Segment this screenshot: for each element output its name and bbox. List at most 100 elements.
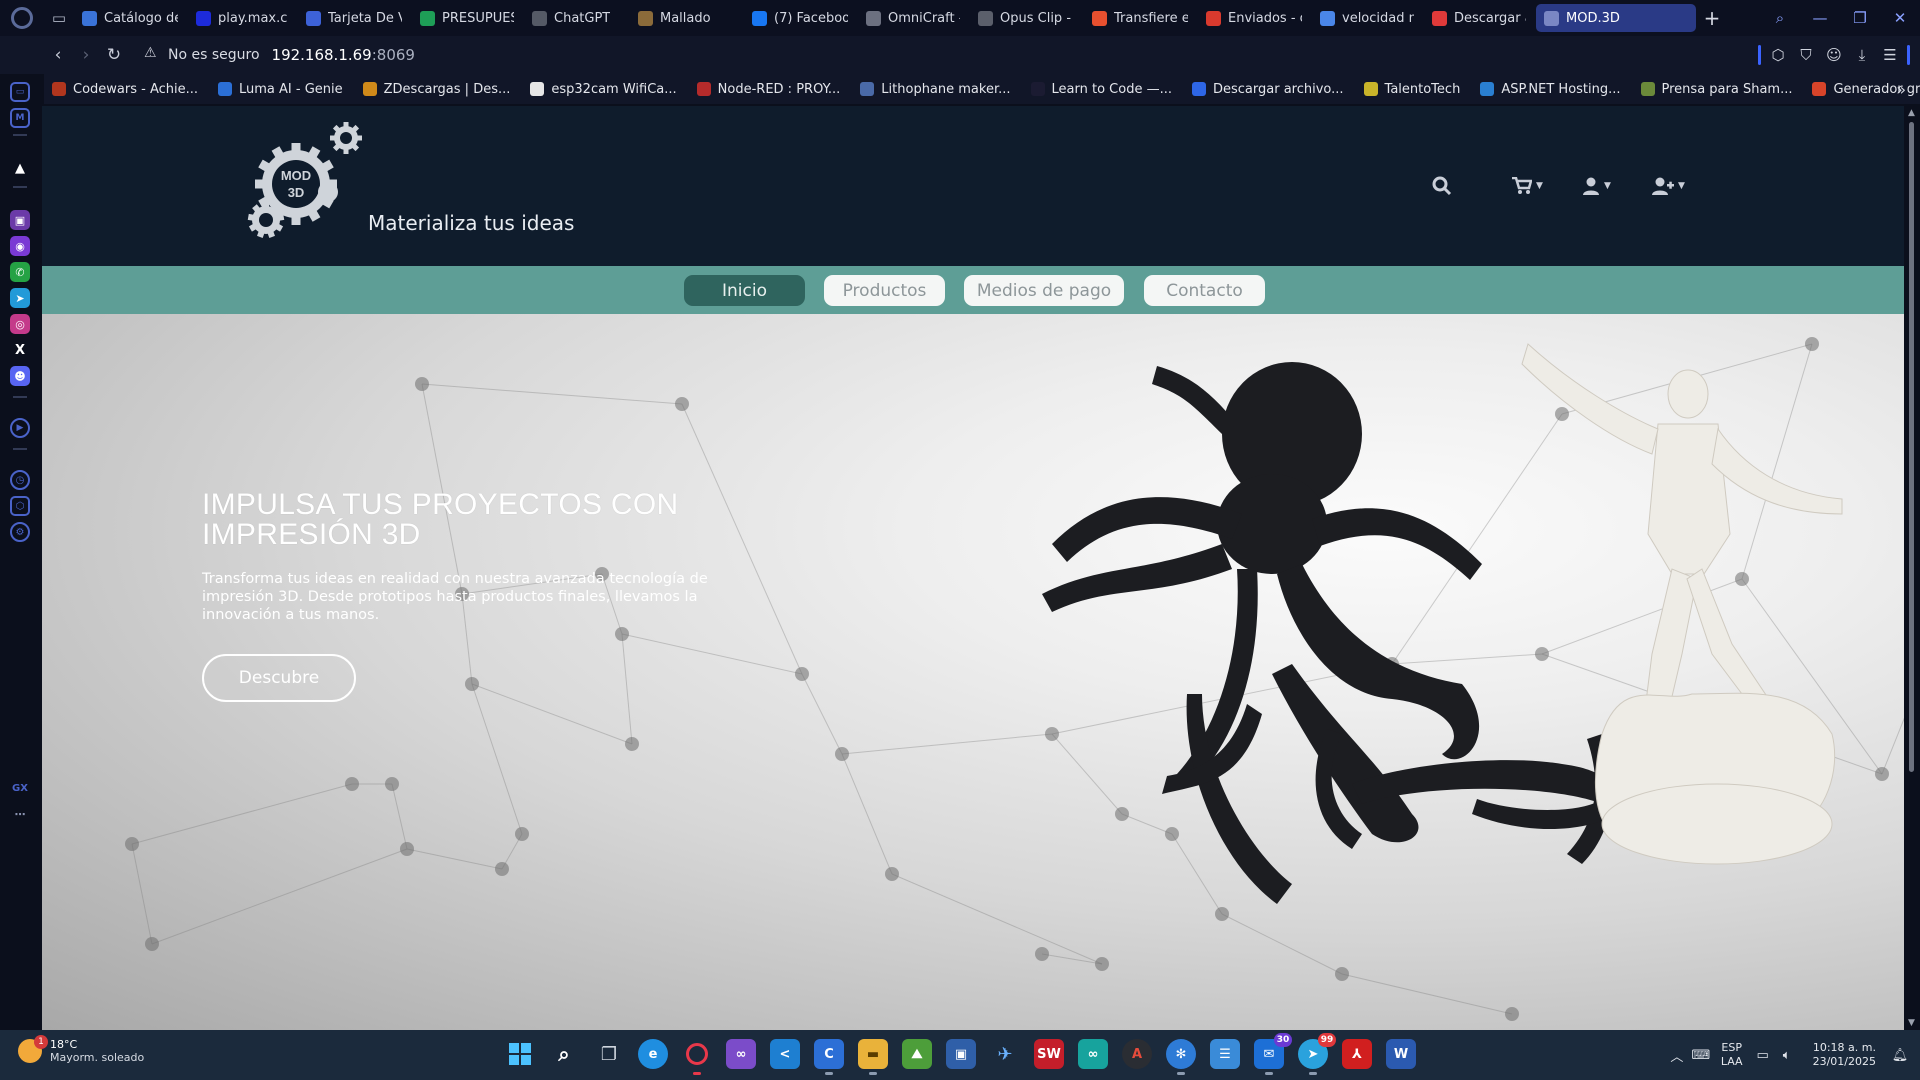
discord-icon[interactable]: ☻ <box>10 366 30 386</box>
site-search-icon[interactable] <box>1432 174 1452 198</box>
telegram-taskbar-icon[interactable]: ➤ 99 <box>1298 1033 1336 1075</box>
browser-tab[interactable]: Mallado <box>630 4 742 32</box>
maps-app-icon[interactable]: ⛰ <box>902 1039 932 1069</box>
close-window-button[interactable]: ✕ <box>1880 9 1920 27</box>
start-button[interactable] <box>505 1039 535 1069</box>
bird-app-icon[interactable]: ✈ <box>990 1039 1020 1069</box>
telegram-icon[interactable]: ➤ <box>10 288 30 308</box>
player-icon[interactable]: ▶ <box>10 418 30 438</box>
keyboard-icon[interactable]: ⌨ <box>1689 1048 1713 1063</box>
show-hidden-icons-chevron[interactable]: ︿ <box>1665 1046 1689 1065</box>
minimize-button[interactable]: — <box>1800 9 1840 27</box>
back-button[interactable]: ‹ <box>44 45 72 65</box>
tab-islands-icon[interactable]: ▭ <box>44 0 74 36</box>
nav-productos[interactable]: Productos <box>824 275 945 306</box>
vscode-icon[interactable]: < <box>770 1039 800 1069</box>
edge-icon[interactable]: e <box>638 1039 668 1069</box>
browser-tab[interactable]: Opus Clip - <box>970 4 1082 32</box>
visual-studio-icon[interactable]: ∞ <box>726 1039 756 1069</box>
search-tabs-icon[interactable]: ⌕ <box>1760 9 1800 27</box>
task-view-icon[interactable]: ❐ <box>594 1039 624 1069</box>
network-icon[interactable]: ▭ <box>1751 1048 1775 1063</box>
url-field[interactable]: No es seguro 192.168.1.69:8069 <box>144 45 415 64</box>
package-icon[interactable]: ⬡ <box>10 496 30 516</box>
browser-tab[interactable]: Tarjeta De V <box>298 4 410 32</box>
acrobat-icon[interactable]: ⅄ <box>1342 1039 1372 1069</box>
bookmark-item[interactable]: Luma AI - Genie <box>218 82 343 97</box>
bookmark-item[interactable]: ASP.NET Hosting... <box>1480 82 1621 97</box>
more-sidebar-icon[interactable]: ⋯ <box>10 804 30 824</box>
page-scrollbar[interactable]: ▲ ▼ <box>1904 106 1920 1030</box>
browser-tab[interactable]: PRESUPUES <box>412 4 522 32</box>
browser-tab[interactable]: Transfiere e <box>1084 4 1196 32</box>
cart-dropdown[interactable]: ▼ <box>1512 174 1543 198</box>
browser-tab[interactable]: MOD.3D <box>1536 4 1696 32</box>
mail-app-icon[interactable]: ✉ 30 <box>1254 1033 1292 1075</box>
bookmark-item[interactable]: Descargar archivo... <box>1191 82 1344 97</box>
scrollbar-thumb[interactable] <box>1909 122 1914 772</box>
taskbar-search-icon[interactable]: ⌕ <box>549 1039 579 1069</box>
forward-button[interactable]: › <box>72 45 100 65</box>
wallet-icon[interactable]: ⛉ <box>1795 46 1817 64</box>
opera-gx-taskbar-icon[interactable] <box>682 1039 712 1075</box>
x-twitter-icon[interactable]: X <box>10 340 30 360</box>
mod3d-logo[interactable]: MOD 3D <box>246 120 366 244</box>
messenger-icon[interactable]: ◉ <box>10 236 30 256</box>
maximize-button[interactable]: ❐ <box>1840 9 1880 27</box>
profile-icon[interactable]: ☺ <box>1823 46 1845 64</box>
clock[interactable]: 10:18 a. m. 23/01/2025 <box>1813 1041 1876 1069</box>
whatsapp-icon[interactable]: ✆ <box>10 262 30 282</box>
volume-icon[interactable]: 🔈︎ <box>1775 1048 1799 1063</box>
gx-icon[interactable]: GX <box>10 778 30 798</box>
browser-tab[interactable]: Enviados - c <box>1198 4 1310 32</box>
browser-tab[interactable]: Catálogo de <box>74 4 186 32</box>
network-app-icon[interactable]: ✻ <box>1166 1039 1196 1075</box>
opera-menu-button[interactable] <box>0 0 44 36</box>
copilot-app-icon[interactable]: C <box>814 1039 844 1075</box>
word-icon[interactable]: W <box>1386 1039 1416 1069</box>
weather-widget[interactable]: 1 18°C Mayorm. soleado <box>18 1035 144 1064</box>
scroll-up-icon[interactable]: ▲ <box>1908 108 1915 118</box>
notes-app-icon[interactable]: ☰ <box>1210 1039 1240 1069</box>
bookmark-item[interactable]: Codewars - Achie... <box>52 82 198 97</box>
account-dropdown[interactable]: ▼ <box>1582 174 1611 198</box>
notifications-bell-icon[interactable]: 🔔︎ <box>1888 1048 1912 1063</box>
browser-tab[interactable]: play.max.co <box>188 4 296 32</box>
descubre-button[interactable]: Descubre <box>202 654 356 702</box>
instagram-icon[interactable]: ◎ <box>10 314 30 334</box>
twitch-icon[interactable]: ▣ <box>10 210 30 230</box>
bookmark-item[interactable]: Learn to Code —... <box>1030 82 1172 97</box>
reload-button[interactable]: ↻ <box>100 45 128 65</box>
file-explorer-icon[interactable]: ▬ <box>858 1039 888 1075</box>
bookmark-item[interactable]: ZDescargas | Des... <box>362 82 510 97</box>
extensions-icon[interactable]: ⬡ <box>1767 46 1789 64</box>
bookmark-item[interactable]: Prensa para Sham... <box>1640 82 1792 97</box>
input-language[interactable]: ESP LAA <box>1721 1041 1743 1069</box>
browser-tab[interactable]: OmniCraft - <box>858 4 968 32</box>
bookmark-item[interactable]: Node-RED : PROY... <box>696 82 840 97</box>
browser-tab[interactable]: velocidad m <box>1312 4 1422 32</box>
register-dropdown[interactable]: ▼ <box>1652 174 1685 198</box>
remote-desktop-icon[interactable]: ▣ <box>946 1039 976 1069</box>
aria-icon[interactable]: ▭ <box>10 82 30 102</box>
arduino-icon[interactable]: ∞ <box>1078 1039 1108 1069</box>
bookmarks-overflow-icon[interactable]: » <box>1896 80 1906 99</box>
bookmark-item[interactable]: esp32cam WifiCa... <box>530 82 677 97</box>
app-a-icon[interactable]: A <box>1122 1039 1152 1069</box>
bookmark-item[interactable]: Lithophane maker... <box>860 82 1011 97</box>
workspace-icon[interactable]: M <box>10 108 30 128</box>
tiktok-pin-icon[interactable]: ▲ <box>10 158 30 178</box>
browser-tab[interactable]: Descargar a <box>1424 4 1534 32</box>
browser-tab[interactable]: (7) Faceboo <box>744 4 856 32</box>
nav-contacto[interactable]: Contacto <box>1144 275 1265 306</box>
downloads-icon[interactable]: ⤓ <box>1851 46 1873 64</box>
solidworks-icon[interactable]: SW <box>1034 1039 1064 1069</box>
settings-icon[interactable]: ⚙ <box>10 522 30 542</box>
history-icon[interactable]: ◷ <box>10 470 30 490</box>
nav-inicio[interactable]: Inicio <box>684 275 805 306</box>
nav-medios-de-pago[interactable]: Medios de pago <box>964 275 1124 306</box>
easy-setup-icon[interactable]: ☰ <box>1879 46 1901 64</box>
bookmark-item[interactable]: TalentoTech <box>1363 82 1460 97</box>
new-tab-button[interactable]: + <box>1696 6 1728 30</box>
scroll-down-icon[interactable]: ▼ <box>1908 1018 1915 1028</box>
